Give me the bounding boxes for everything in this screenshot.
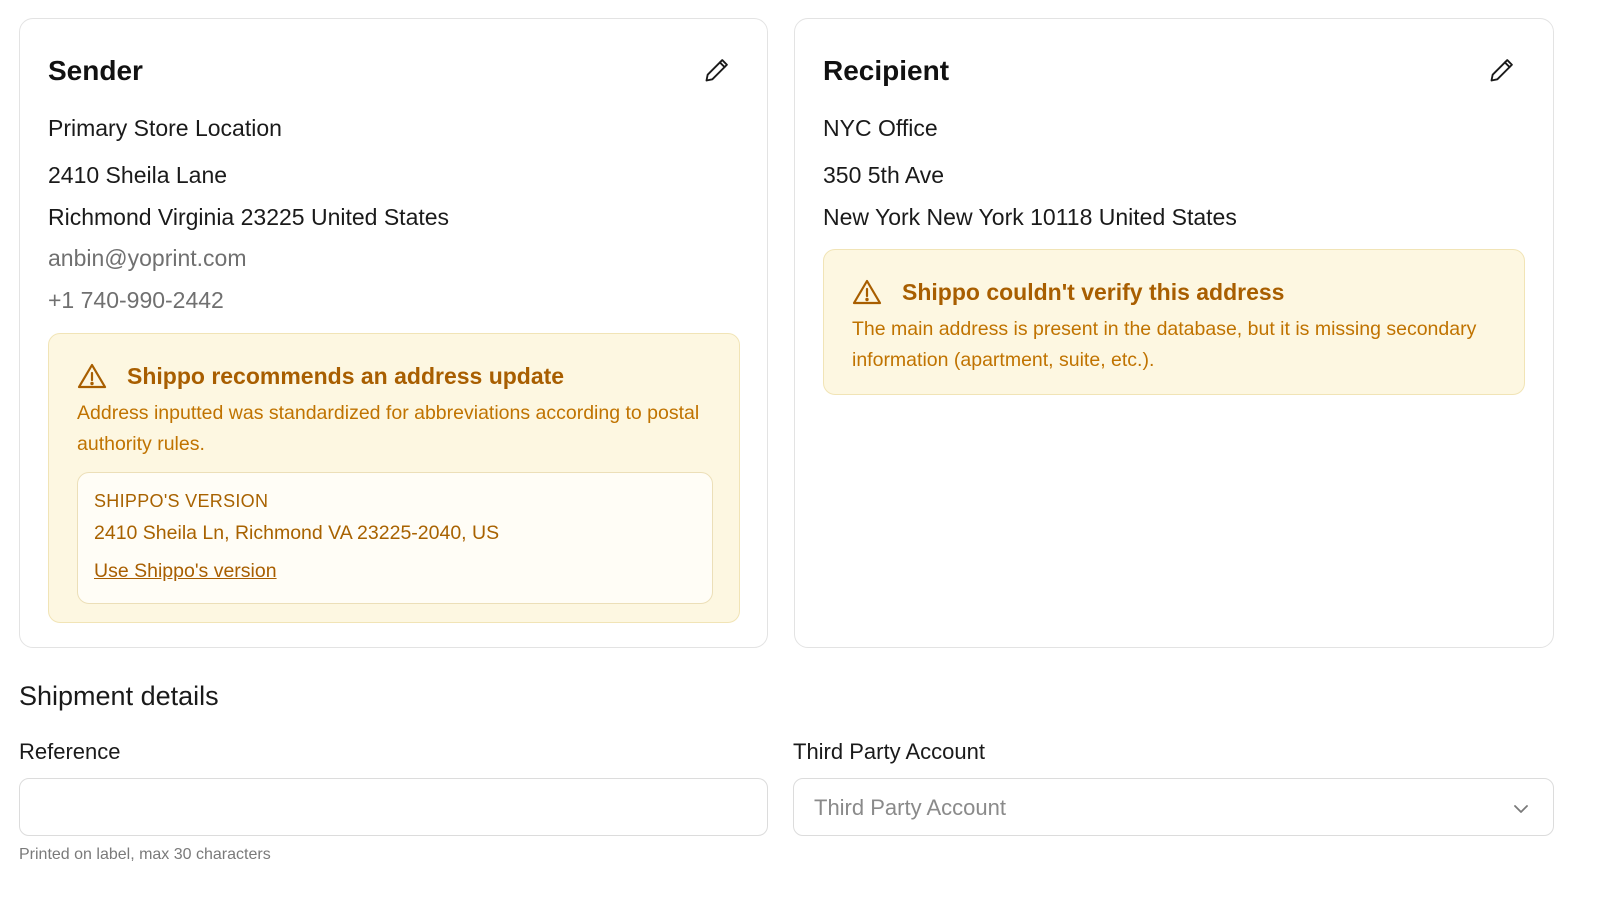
pencil-icon	[705, 59, 728, 82]
sender-alert-body: Address inputted was standardized for ab…	[77, 402, 700, 455]
shippo-version-address: 2410 Sheila Ln, Richmond VA 23225-2040, …	[94, 522, 500, 544]
recipient-title: Recipient	[823, 55, 950, 86]
sender-address-alert: Shippo recommends an address update Addr…	[48, 333, 740, 623]
recipient-street: 350 5th Ave	[823, 162, 945, 188]
warning-triangle-icon	[77, 363, 107, 389]
shippo-version-box: SHIPPO'S VERSION 2410 Sheila Ln, Richmon…	[77, 472, 713, 604]
sender-title: Sender	[48, 55, 143, 86]
sender-edit-button[interactable]	[702, 55, 732, 85]
recipient-card: Recipient NYC Office 350 5th Ave New Yor…	[794, 18, 1554, 648]
sender-street: 2410 Sheila Lane	[48, 162, 228, 188]
sender-email: anbin@yoprint.com	[48, 245, 247, 271]
sender-name: Primary Store Location	[48, 115, 282, 141]
sender-card: Sender Primary Store Location 2410 Sheil…	[19, 18, 768, 648]
recipient-name: NYC Office	[823, 115, 938, 141]
recipient-city-line: New York New York 10118 United States	[823, 204, 1237, 230]
use-shippo-version-link[interactable]: Use Shippo's version	[94, 560, 277, 583]
pencil-icon	[1490, 59, 1513, 82]
recipient-address-alert: Shippo couldn't verify this address The …	[823, 249, 1525, 395]
sender-city-line: Richmond Virginia 23225 United States	[48, 204, 450, 230]
chevron-down-icon	[1514, 805, 1528, 813]
third-party-account-label: Third Party Account	[793, 739, 985, 764]
shippo-version-label: SHIPPO'S VERSION	[94, 491, 269, 511]
reference-label: Reference	[19, 739, 121, 764]
third-party-account-placeholder: Third Party Account	[814, 795, 1006, 820]
recipient-alert-header: Shippo couldn't verify this address	[852, 278, 1284, 306]
recipient-alert-body: The main address is present in the datab…	[852, 318, 1477, 371]
sender-phone: +1 740-990-2442	[48, 287, 224, 313]
shipment-details-title: Shipment details	[19, 681, 219, 711]
recipient-edit-button[interactable]	[1487, 55, 1517, 85]
sender-alert-header: Shippo recommends an address update	[77, 362, 564, 390]
warning-triangle-icon	[852, 279, 882, 305]
recipient-alert-title: Shippo couldn't verify this address	[902, 278, 1285, 305]
third-party-account-select[interactable]: Third Party Account	[793, 778, 1554, 836]
reference-help-text: Printed on label, max 30 characters	[19, 846, 271, 863]
reference-input[interactable]	[19, 778, 768, 836]
sender-alert-title: Shippo recommends an address update	[127, 362, 565, 389]
